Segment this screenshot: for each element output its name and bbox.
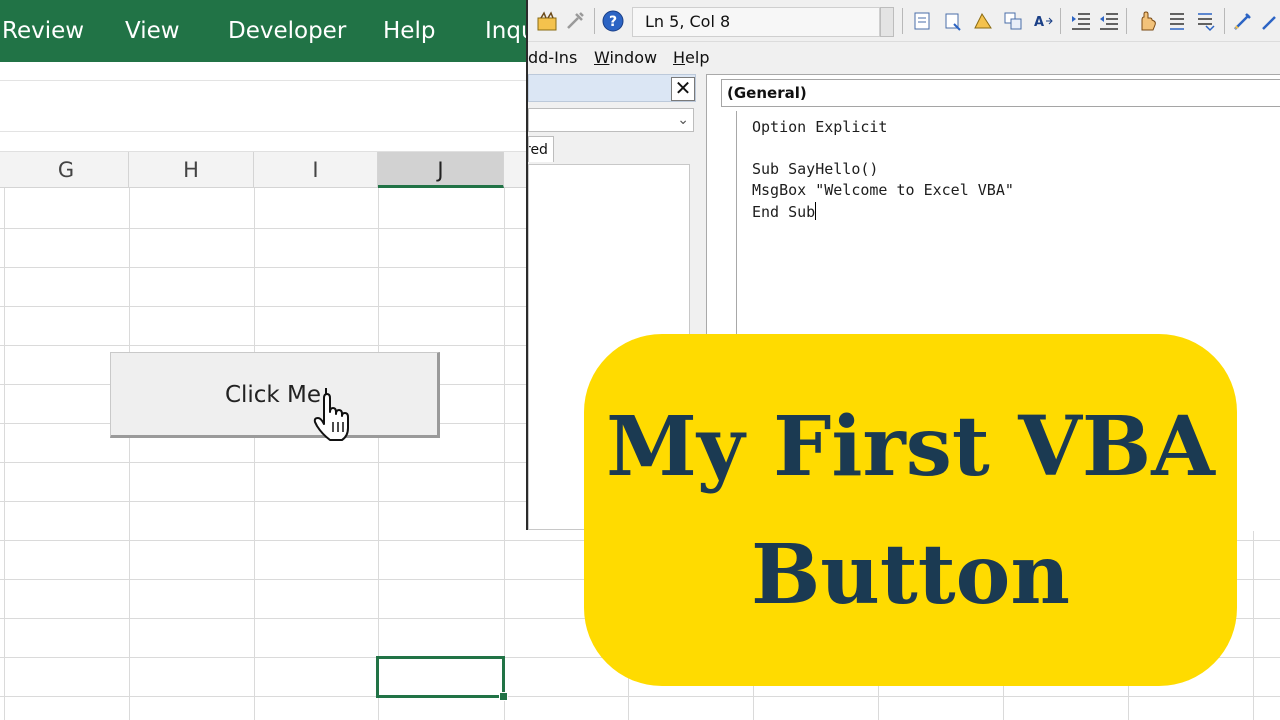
hand-cursor-icon [313, 388, 349, 441]
menu-help[interactable]: Help [673, 48, 709, 67]
banner-title-line2: Button [751, 527, 1070, 623]
menu-window-rest: indow [609, 48, 658, 67]
project-dropdown[interactable]: ⌄ [528, 108, 694, 132]
vbe-toolbar: ? Ln 5, Col 8 A [528, 0, 1280, 42]
quick-info-icon[interactable] [972, 10, 994, 32]
list-properties-icon[interactable] [912, 10, 934, 32]
ribbon-tab-help[interactable]: Help [383, 18, 435, 44]
grid-line [0, 696, 1280, 697]
tools-icon[interactable] [564, 10, 586, 32]
menu-add-ins[interactable]: dd-Ins [528, 48, 577, 67]
menu-help-accelerator: H [673, 48, 686, 67]
parameter-info-icon[interactable] [1002, 10, 1024, 32]
ribbon-tab-view[interactable]: View [125, 18, 180, 44]
toolbar-separator [902, 8, 903, 34]
click-me-button-label: Click Me [224, 382, 322, 408]
svg-text:A: A [1034, 15, 1044, 30]
complete-word-icon[interactable]: A [1032, 10, 1054, 32]
project-pane-titlebar: ✕ [528, 74, 696, 102]
column-header-i[interactable]: I [254, 152, 378, 188]
code-line-text: End Sub [752, 203, 816, 221]
svg-text:?: ? [609, 14, 617, 30]
insert-userform-icon[interactable] [536, 10, 558, 32]
menu-window-accelerator: W [594, 48, 610, 67]
indent-icon[interactable] [1070, 10, 1092, 32]
active-cell-selection[interactable] [376, 656, 505, 698]
title-banner: My First VBA Button [584, 334, 1237, 686]
code-line: Sub SayHello() [752, 160, 879, 178]
code-line: MsgBox "Welcome to Excel VBA" [752, 181, 1014, 199]
cursor-position-box: Ln 5, Col 8 [632, 7, 880, 37]
code-line-last: End Sub [752, 202, 817, 221]
ribbon-tab-developer[interactable]: Developer [228, 18, 346, 44]
toolbar-separator [1060, 8, 1061, 34]
help-icon[interactable]: ? [602, 10, 624, 32]
column-header-h[interactable]: H [129, 152, 254, 188]
next-bookmark-icon[interactable] [1260, 10, 1280, 32]
toolbar-separator [1126, 8, 1127, 34]
column-header-j[interactable]: J [378, 152, 504, 188]
toolbar-separator [594, 8, 595, 34]
ribbon-tab-review[interactable]: Review [2, 18, 84, 44]
formula-bar[interactable] [0, 80, 528, 132]
cursor-position-grip[interactable] [880, 7, 894, 37]
banner-title-line1: My First VBA [606, 399, 1215, 495]
click-me-button[interactable]: Click Me [110, 352, 440, 438]
comment-block-icon[interactable] [1166, 10, 1188, 32]
uncomment-block-icon[interactable] [1194, 10, 1216, 32]
bookmark-icon[interactable] [1232, 10, 1254, 32]
outdent-icon[interactable] [1098, 10, 1120, 32]
chevron-down-icon: ⌄ [677, 111, 689, 127]
menu-help-rest: elp [685, 48, 710, 67]
menu-window[interactable]: Window [594, 48, 657, 67]
list-constants-icon[interactable] [942, 10, 964, 32]
project-tab-label: red [529, 142, 548, 158]
project-tab[interactable]: red [528, 136, 554, 162]
text-caret [815, 202, 817, 220]
object-combobox[interactable]: (General) [721, 79, 1280, 107]
close-icon[interactable]: ✕ [671, 77, 695, 101]
vbe-menubar: dd-Ins Window Help [528, 42, 1280, 72]
column-header-g[interactable]: G [4, 152, 129, 188]
toggle-breakpoint-icon[interactable] [1136, 10, 1158, 32]
code-line: Option Explicit [752, 118, 888, 136]
toolbar-separator [1224, 8, 1225, 34]
fill-handle[interactable] [499, 692, 508, 701]
column-header-row: G H I J [0, 152, 528, 188]
